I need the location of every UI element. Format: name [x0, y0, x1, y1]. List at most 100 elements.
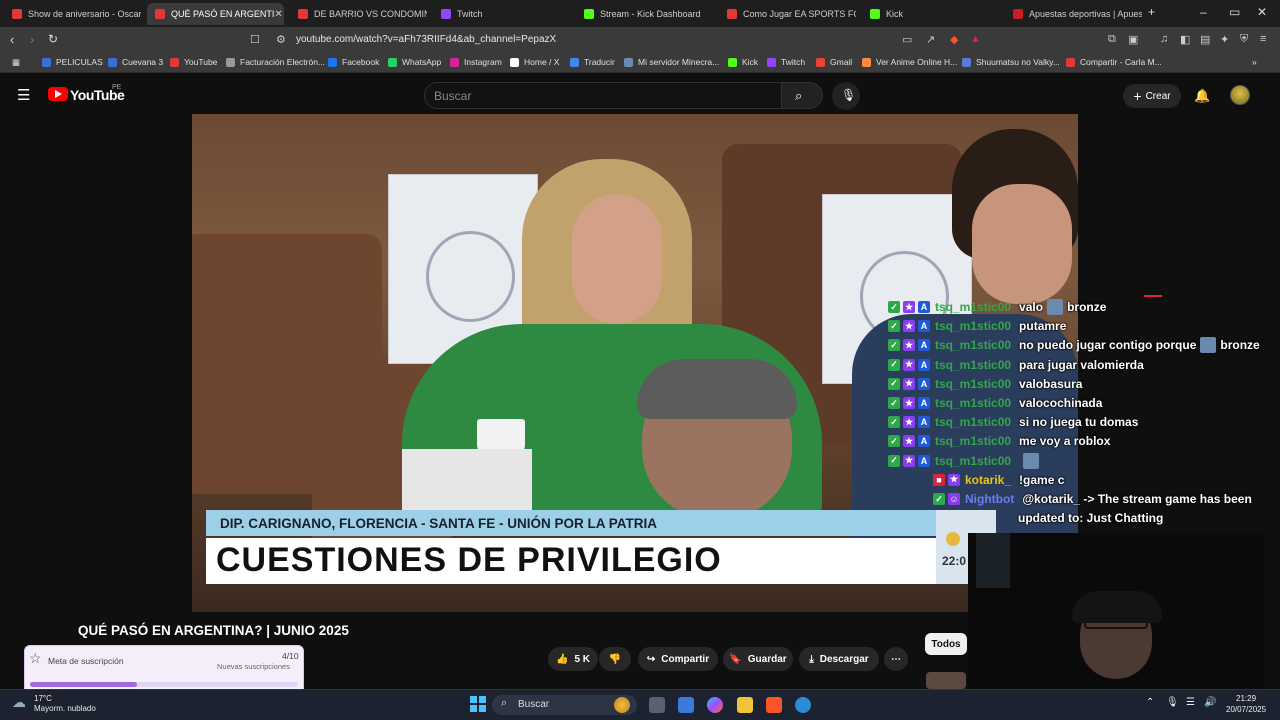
chat-badge-icon: A — [918, 320, 930, 333]
browser-tab[interactable]: Kick — [862, 3, 999, 25]
new-tab-button[interactable]: + — [1148, 5, 1155, 19]
brave-rewards-icon[interactable]: ▲ — [970, 33, 981, 45]
filter-chip-all[interactable]: Todos — [925, 633, 967, 655]
taskbar-time[interactable]: 21:29 — [1236, 694, 1256, 703]
site-info-icon[interactable]: ⚙ — [276, 33, 286, 46]
windows-start-icon[interactable] — [470, 696, 486, 712]
bookmark-item[interactable]: Facebook — [328, 57, 379, 67]
hamburger-menu-icon[interactable]: ☰ — [17, 86, 30, 104]
bookmark-item[interactable]: Facturación Electrón... — [226, 57, 325, 67]
browser-tab[interactable]: Show de aniversario - Oscar Ti — [4, 3, 141, 25]
bookmark-icon[interactable]: ☐ — [250, 33, 260, 46]
taskbar-date[interactable]: 20/07/2025 — [1226, 705, 1266, 714]
create-button[interactable]: + Crear — [1123, 84, 1181, 108]
more-actions-button[interactable]: ⋯ — [884, 647, 908, 671]
bookmark-item[interactable]: Ver Anime Online H... — [862, 57, 957, 67]
chat-username: tsq_m1stic00 — [935, 434, 1012, 449]
close-window-icon[interactable]: ✕ — [1257, 5, 1267, 19]
tray-volume-icon[interactable]: 🔊 — [1204, 697, 1216, 708]
browser-tab[interactable]: Twitch — [433, 3, 570, 25]
weather-description[interactable]: Mayorm. nublado — [34, 704, 96, 713]
bookmark-item[interactable]: Traducir — [570, 57, 615, 67]
browser-tab[interactable]: Apuestas deportivas | Apuesta — [1005, 3, 1142, 25]
bookmark-item[interactable]: Mi servidor Minecra... — [624, 57, 719, 67]
share-label: Compartir — [661, 653, 710, 665]
menu-icon[interactable]: ≡ — [1260, 33, 1266, 45]
stream-chat-overlay: ✓ ★ Atsq_m1stic00 valo bronze ✓ ★ Atsq_m1stic00… — [888, 298, 1280, 533]
tray-overflow-icon[interactable]: ⌃ — [1146, 697, 1154, 708]
apps-grid-icon[interactable]: ▦ — [12, 57, 20, 68]
minimize-icon[interactable]: – — [1200, 5, 1207, 19]
browser-tab[interactable]: Como Jugar EA SPORTS FC 25 — [719, 3, 856, 25]
tab-label: Show de aniversario - Oscar Ti — [28, 9, 141, 19]
avatar[interactable] — [1230, 85, 1250, 105]
brave-browser-icon[interactable] — [766, 697, 782, 713]
bookmark-item[interactable]: Instagram — [450, 57, 502, 67]
chat-badge-icon: ★ — [903, 416, 915, 429]
cast-icon[interactable]: ▭ — [902, 33, 912, 46]
bookmark-label: Cuevana 3 — [122, 57, 164, 67]
streamer-glasses — [1084, 617, 1148, 629]
bookmark-favicon-icon — [767, 57, 776, 67]
share-button[interactable]: ↪ Compartir — [638, 647, 718, 671]
task-view-icon[interactable] — [649, 697, 665, 713]
forward-icon[interactable]: › — [30, 32, 34, 47]
chat-message: ✓ ★ Atsq_m1stic00 para jugar valomierda — [888, 356, 1144, 374]
weather-widget-icon[interactable] — [614, 697, 630, 713]
chat-username: tsq_m1stic00 — [935, 396, 1012, 410]
bookmark-item[interactable]: Twitch — [767, 57, 805, 67]
search-input[interactable] — [424, 82, 782, 109]
weather-cloud-icon[interactable]: ☁ — [12, 694, 26, 711]
tab-close-icon[interactable]: ✕ — [274, 9, 282, 20]
bookmark-item[interactable]: WhatsApp — [388, 57, 441, 67]
brave-shield-icon[interactable]: ◆ — [950, 33, 958, 46]
bookmark-item[interactable]: PELICULAS — [42, 57, 103, 67]
bookmark-item[interactable]: Shuumatsu no Valky... — [962, 57, 1060, 67]
star-icon: ☆ — [29, 650, 42, 666]
wallet-2-icon[interactable]: ▤ — [1200, 33, 1210, 46]
reload-icon[interactable]: ↻ — [48, 32, 58, 46]
browser-tab[interactable]: Stream - Kick Dashboard — [576, 3, 713, 25]
vpn-icon[interactable]: ⛨ — [1240, 33, 1248, 46]
youtube-logo-icon[interactable] — [48, 87, 68, 101]
bookmark-item[interactable]: YouTube — [170, 57, 217, 67]
download-button[interactable]: ⤓ Descargar — [799, 647, 879, 671]
tray-mic-icon[interactable]: 🎙 — [1166, 697, 1179, 708]
share-icon[interactable]: ↗ — [926, 33, 935, 46]
search-button[interactable]: ⌕ — [781, 82, 823, 109]
file-explorer-icon[interactable] — [737, 697, 753, 713]
copilot-icon[interactable] — [707, 697, 723, 713]
leo-icon[interactable]: ✦ — [1220, 33, 1229, 46]
save-button[interactable]: 🔖 Guardar — [723, 647, 793, 671]
maximize-icon[interactable]: ▭ — [1229, 5, 1240, 19]
bookmark-label: Twitch — [781, 57, 806, 67]
related-video-thumbnail[interactable] — [926, 672, 966, 689]
bookmark-item[interactable]: Home / X — [510, 57, 559, 67]
dislike-button[interactable]: 👎 — [599, 647, 631, 671]
steam-icon[interactable] — [795, 697, 811, 713]
chat-username: tsq_m1stic00 — [935, 319, 1012, 334]
weather-temp[interactable]: 17°C — [34, 694, 52, 703]
url-text[interactable]: youtube.com/watch?v=aFh73RIIFd4&ab_chann… — [296, 34, 556, 45]
voice-search-button[interactable]: 🎙 — [832, 82, 860, 110]
wallet-icon[interactable]: ▣ — [1128, 33, 1138, 46]
bookmark-item[interactable]: Kick — [728, 57, 758, 67]
bookmark-item[interactable]: Compartir - Carla M... — [1066, 57, 1162, 67]
tray-network-icon[interactable]: ☰ — [1186, 697, 1195, 708]
region-code: PE — [112, 84, 122, 91]
music-icon[interactable]: ♫ — [1160, 33, 1168, 45]
bookmark-favicon-icon — [450, 57, 459, 67]
bookmark-item[interactable]: Cuevana 3 — [108, 57, 163, 67]
store-icon[interactable] — [678, 697, 694, 713]
browser-tab[interactable]: DE BARRIO VS CONDOMINIO — [290, 3, 427, 25]
bookmark-label: Instagram — [464, 57, 502, 67]
extensions-icon[interactable]: ⧉ — [1108, 33, 1116, 46]
back-icon[interactable]: ‹ — [10, 32, 14, 47]
like-button[interactable]: 👍 5 K — [548, 647, 598, 671]
browser-tab[interactable]: QUÉ PASÓ EN ARGENTI ✕ — [147, 3, 284, 25]
sidebar-icon[interactable]: ◧ — [1180, 33, 1190, 46]
chat-badge-icon: ✓ — [888, 339, 900, 352]
notifications-bell-icon[interactable]: 🔔 — [1194, 88, 1210, 104]
bookmark-item[interactable]: Gmail — [816, 57, 852, 67]
bookmarks-overflow-icon[interactable]: » — [1252, 57, 1257, 67]
